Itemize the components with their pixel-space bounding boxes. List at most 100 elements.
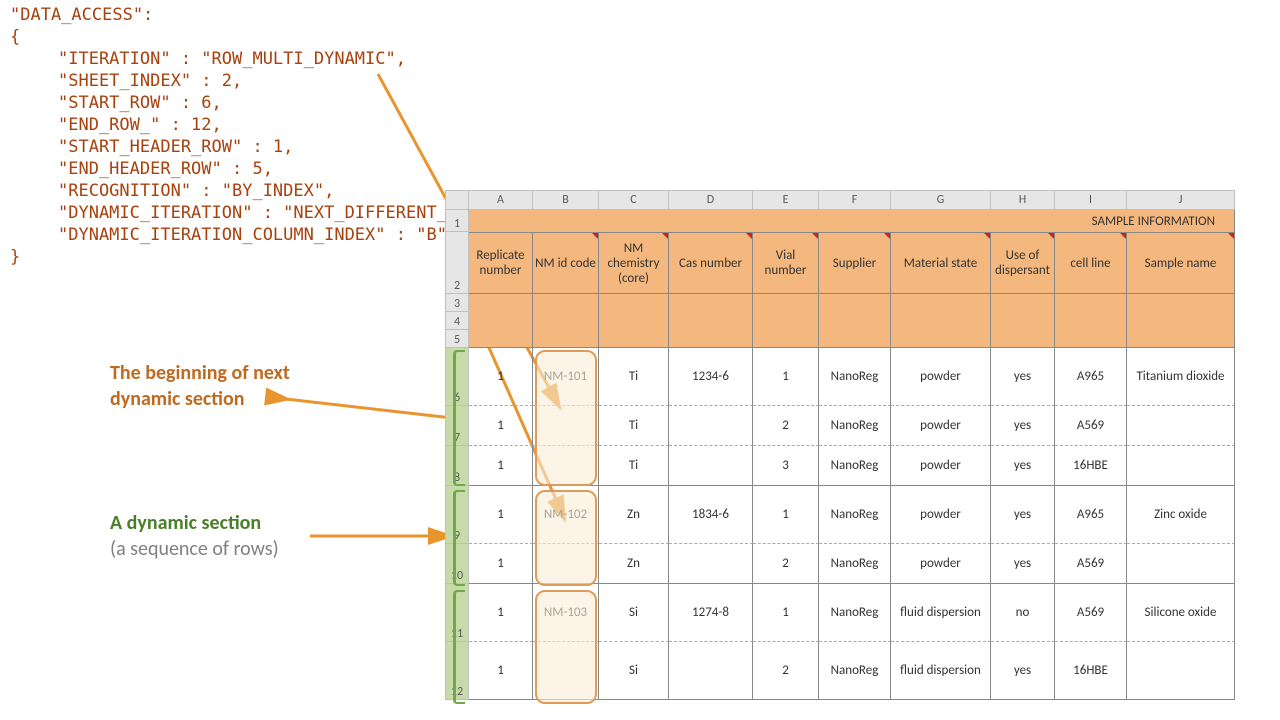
- col-header[interactable]: J: [1127, 190, 1235, 210]
- cell[interactable]: [753, 210, 819, 232]
- col-header[interactable]: E: [753, 190, 819, 210]
- cell[interactable]: Ti: [599, 446, 669, 486]
- cell[interactable]: NanoReg: [819, 348, 891, 406]
- cell[interactable]: 1: [469, 348, 533, 406]
- cell[interactable]: 2: [753, 406, 819, 446]
- cell[interactable]: [753, 330, 819, 348]
- cell[interactable]: A569: [1055, 584, 1127, 642]
- col-header[interactable]: C: [599, 190, 669, 210]
- cell[interactable]: yes: [991, 544, 1055, 584]
- row-header[interactable]: 10: [445, 544, 469, 584]
- cell[interactable]: 1274-8: [669, 584, 753, 642]
- row-header[interactable]: 5: [445, 330, 469, 348]
- cell[interactable]: [1055, 330, 1127, 348]
- row-header[interactable]: 1: [445, 210, 469, 232]
- cell[interactable]: NanoReg: [819, 486, 891, 544]
- cell[interactable]: Si: [599, 642, 669, 700]
- cell[interactable]: [753, 312, 819, 330]
- cell[interactable]: NM-102: [533, 486, 599, 544]
- cell[interactable]: yes: [991, 348, 1055, 406]
- cell[interactable]: [669, 446, 753, 486]
- cell[interactable]: [991, 294, 1055, 312]
- col-header[interactable]: H: [991, 190, 1055, 210]
- row-header[interactable]: 7: [445, 406, 469, 446]
- cell[interactable]: 2: [753, 642, 819, 700]
- cell[interactable]: powder: [891, 406, 991, 446]
- cell[interactable]: powder: [891, 348, 991, 406]
- select-all-corner[interactable]: [445, 190, 469, 210]
- cell[interactable]: Titanium dioxide: [1127, 348, 1235, 406]
- col-header[interactable]: G: [891, 190, 991, 210]
- cell[interactable]: A965: [1055, 348, 1127, 406]
- cell[interactable]: [469, 312, 533, 330]
- cell[interactable]: Vial number: [753, 232, 819, 294]
- cell[interactable]: 1: [753, 486, 819, 544]
- cell[interactable]: [1127, 544, 1235, 584]
- cell[interactable]: Zinc oxide: [1127, 486, 1235, 544]
- cell[interactable]: [819, 210, 891, 232]
- cell[interactable]: [469, 330, 533, 348]
- cell[interactable]: [669, 330, 753, 348]
- cell[interactable]: [1127, 446, 1235, 486]
- cell[interactable]: [1127, 294, 1235, 312]
- cell[interactable]: 1: [469, 406, 533, 446]
- cell[interactable]: [669, 312, 753, 330]
- cell[interactable]: NM-103: [533, 584, 599, 642]
- cell[interactable]: 1: [469, 446, 533, 486]
- cell[interactable]: Use of dispersant: [991, 232, 1055, 294]
- cell[interactable]: [469, 294, 533, 312]
- cell[interactable]: Supplier: [819, 232, 891, 294]
- cell[interactable]: [599, 312, 669, 330]
- cell[interactable]: [991, 330, 1055, 348]
- cell[interactable]: Ti: [599, 406, 669, 446]
- cell[interactable]: [891, 210, 991, 232]
- row-header[interactable]: 6: [445, 348, 469, 406]
- cell[interactable]: 16HBE: [1055, 446, 1127, 486]
- cell[interactable]: 1: [753, 584, 819, 642]
- cell[interactable]: [819, 330, 891, 348]
- cell[interactable]: [533, 446, 599, 486]
- cell[interactable]: no: [991, 584, 1055, 642]
- cell[interactable]: NanoReg: [819, 642, 891, 700]
- col-header[interactable]: D: [669, 190, 753, 210]
- cell[interactable]: Zn: [599, 544, 669, 584]
- cell[interactable]: [1127, 406, 1235, 446]
- cell[interactable]: [533, 330, 599, 348]
- cell[interactable]: NanoReg: [819, 544, 891, 584]
- cell[interactable]: Sample name: [1127, 232, 1235, 294]
- cell[interactable]: [991, 312, 1055, 330]
- cell[interactable]: [599, 330, 669, 348]
- cell[interactable]: [669, 210, 753, 232]
- col-header[interactable]: F: [819, 190, 891, 210]
- cell[interactable]: yes: [991, 406, 1055, 446]
- col-header[interactable]: B: [533, 190, 599, 210]
- cell[interactable]: yes: [991, 486, 1055, 544]
- cell[interactable]: 2: [753, 544, 819, 584]
- cell[interactable]: [533, 544, 599, 584]
- cell[interactable]: [891, 330, 991, 348]
- cell[interactable]: 1: [469, 486, 533, 544]
- cell[interactable]: 1: [469, 642, 533, 700]
- cell[interactable]: SAMPLE INFORMATION: [991, 210, 1055, 232]
- cell[interactable]: [533, 642, 599, 700]
- cell[interactable]: [669, 406, 753, 446]
- cell[interactable]: A569: [1055, 406, 1127, 446]
- cell[interactable]: [669, 642, 753, 700]
- cell[interactable]: A569: [1055, 544, 1127, 584]
- cell[interactable]: Si: [599, 584, 669, 642]
- cell[interactable]: Zn: [599, 486, 669, 544]
- row-header[interactable]: 12: [445, 642, 469, 700]
- cell[interactable]: [599, 210, 669, 232]
- cell[interactable]: NanoReg: [819, 584, 891, 642]
- cell[interactable]: Ti: [599, 348, 669, 406]
- cell[interactable]: 1834-6: [669, 486, 753, 544]
- cell[interactable]: NM chemistry (core): [599, 232, 669, 294]
- cell[interactable]: Material state: [891, 232, 991, 294]
- cell[interactable]: [1055, 312, 1127, 330]
- cell[interactable]: [891, 312, 991, 330]
- cell[interactable]: [1055, 294, 1127, 312]
- cell[interactable]: NM-101: [533, 348, 599, 406]
- cell[interactable]: [533, 210, 599, 232]
- cell[interactable]: [469, 210, 533, 232]
- cell[interactable]: [891, 294, 991, 312]
